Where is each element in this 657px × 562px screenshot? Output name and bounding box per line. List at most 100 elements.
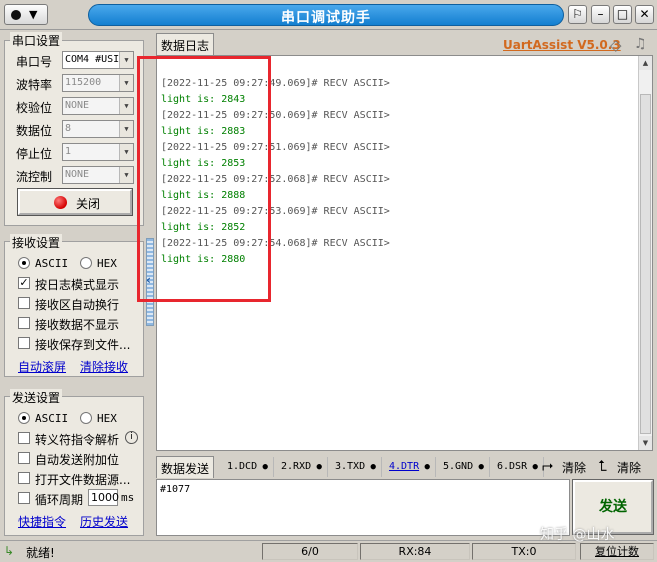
receive-hex-radio[interactable] xyxy=(80,257,92,269)
auto-append-checkbox[interactable] xyxy=(18,452,30,464)
clear-send-icon[interactable]: ⮣ xyxy=(542,458,553,474)
log-data-line: light is: 2853 xyxy=(161,158,246,169)
close-window-button[interactable]: ✕ xyxy=(635,5,654,24)
log-header-line: [2022-11-25 09:27:50.069]# RECV ASCII> xyxy=(161,110,390,121)
parity-select[interactable]: NONE ▼ xyxy=(62,97,134,115)
auto-wrap-label: 接收区自动换行 xyxy=(35,298,120,312)
flow-label: 流控制 xyxy=(16,170,53,184)
signal-label: 4.DTR xyxy=(389,461,420,472)
bell-icon[interactable]: ♫ xyxy=(634,36,647,52)
stopbits-value: 1 xyxy=(65,146,72,157)
port-select[interactable]: COM4 #USI ▼ xyxy=(62,51,134,69)
signal-4dtr[interactable]: 4.DTR ● xyxy=(384,457,436,477)
red-dot-icon xyxy=(54,196,67,209)
scroll-up-icon[interactable]: ▲ xyxy=(639,56,652,70)
chevron-down-icon: ▼ xyxy=(119,121,133,137)
port-value: COM4 #USI xyxy=(65,54,120,65)
history-link[interactable]: 历史发送 xyxy=(80,513,128,530)
parity-value: NONE xyxy=(65,100,90,111)
save-file-checkbox[interactable] xyxy=(18,337,30,349)
log-area[interactable]: [2022-11-25 09:27:49.069]# RECV ASCII> li… xyxy=(156,55,653,451)
signal-dot-icon: ● xyxy=(527,462,538,472)
databits-value: 8 xyxy=(65,123,72,134)
system-menu-button[interactable]: ▼ xyxy=(4,4,48,25)
chevron-down-icon: ▼ xyxy=(119,98,133,114)
clear-all-label[interactable]: 清除 xyxy=(617,459,641,476)
send-ascii-label: ASCII xyxy=(35,412,69,425)
parity-label: 校验位 xyxy=(16,101,53,115)
scroll-down-icon[interactable]: ▼ xyxy=(639,436,652,450)
escape-checkbox[interactable] xyxy=(18,432,30,444)
maximize-button[interactable]: □ xyxy=(613,5,632,24)
clear-send-label[interactable]: 清除 xyxy=(562,459,586,476)
loop-checkbox[interactable] xyxy=(18,492,30,504)
chevron-left-icon: ‹ xyxy=(146,273,151,287)
reset-count-button[interactable]: 复位计数 xyxy=(580,543,654,560)
log-data-line: light is: 2883 xyxy=(161,126,246,137)
open-file-label: 打开文件数据源... xyxy=(35,473,131,487)
clear-receive-link[interactable]: 清除接收 xyxy=(80,358,128,375)
tab-data-log-label: 数据日志 xyxy=(161,39,210,53)
shortcut-link[interactable]: 快捷指令 xyxy=(18,513,66,530)
chevron-down-icon: ▼ xyxy=(29,8,38,21)
tab-data-send[interactable]: 数据发送 xyxy=(156,456,215,478)
loop-label: 循环周期 xyxy=(35,493,84,507)
log-header-line: [2022-11-25 09:27:52.068]# RECV ASCII> xyxy=(161,174,390,185)
log-mode-label: 按日志模式显示 xyxy=(35,278,120,292)
status-rx: RX:84 xyxy=(360,543,470,560)
log-scrollbar[interactable]: ▲ ▼ xyxy=(638,56,652,450)
info-icon[interactable]: i xyxy=(125,431,138,444)
log-header-line: [2022-11-25 09:27:53.069]# RECV ASCII> xyxy=(161,206,390,217)
auto-wrap-checkbox[interactable] xyxy=(18,297,30,309)
signal-label: 5.GND xyxy=(443,461,474,472)
databits-select[interactable]: 8 ▼ xyxy=(62,120,134,138)
receive-hex-label: HEX xyxy=(97,257,117,270)
signal-2rxd: 2.RXD ● xyxy=(276,457,328,477)
hide-data-checkbox[interactable] xyxy=(18,317,30,329)
send-ascii-radio[interactable] xyxy=(18,412,30,424)
stopbits-select[interactable]: 1 ▼ xyxy=(62,143,134,161)
scroll-thumb[interactable] xyxy=(640,94,651,434)
brand-link[interactable]: UartAssist V5.0.3 xyxy=(503,38,621,52)
send-hex-radio[interactable] xyxy=(80,412,92,424)
send-input[interactable]: #1077 xyxy=(156,479,570,536)
signal-label: 2.RXD xyxy=(281,461,312,472)
flow-select[interactable]: NONE ▼ xyxy=(62,166,134,184)
close-port-label: 关闭 xyxy=(76,197,101,211)
pin-icon[interactable]: ⚐ xyxy=(568,5,587,24)
chevron-down-icon: ▼ xyxy=(119,167,133,183)
log-data-line: light is: 2843 xyxy=(161,94,246,105)
baud-select[interactable]: 115200 ▼ xyxy=(62,74,134,92)
log-data-line: light is: 2880 xyxy=(161,254,246,265)
log-mode-checkbox[interactable]: ✓ xyxy=(18,277,30,289)
title-bar: ▼ 串口调试助手 ⚐ – □ ✕ xyxy=(0,0,657,30)
port-label: 串口号 xyxy=(16,55,53,69)
status-tx: TX:0 xyxy=(472,543,576,560)
signal-6dsr: 6.DSR ● xyxy=(492,457,544,477)
status-ready: 就绪! xyxy=(26,546,55,560)
log-header-line: [2022-11-25 09:27:54.068]# RECV ASCII> xyxy=(161,238,390,249)
auto-scroll-link[interactable]: 自动滚屏 xyxy=(18,358,66,375)
send-input-text: #1077 xyxy=(160,484,191,495)
receive-settings-title: 接收设置 xyxy=(10,234,63,251)
chevron-down-icon: ▼ xyxy=(119,144,133,160)
minimize-button[interactable]: – xyxy=(591,5,610,24)
tab-data-log[interactable]: 数据日志 xyxy=(156,33,215,55)
stopbits-label: 停止位 xyxy=(16,147,53,161)
title-pill: 串口调试助手 xyxy=(88,4,564,26)
hide-data-label: 接收数据不显示 xyxy=(35,318,120,332)
signal-label: 3.TXD xyxy=(335,461,366,472)
watermark: 知乎 @山水 xyxy=(540,527,615,543)
loop-period-input[interactable]: 1000 xyxy=(88,489,119,506)
panel-splitter[interactable]: ‹ xyxy=(146,238,154,326)
diamond-icon[interactable]: ◇ xyxy=(610,36,622,54)
baud-label: 波特率 xyxy=(16,78,53,92)
receive-ascii-radio[interactable] xyxy=(18,257,30,269)
close-port-button[interactable]: 关闭 xyxy=(17,188,133,216)
open-file-checkbox[interactable] xyxy=(18,472,30,484)
log-data-line: light is: 2852 xyxy=(161,222,246,233)
signal-dot-icon: ● xyxy=(257,462,268,472)
flow-value: NONE xyxy=(65,169,90,180)
log-header-line: [2022-11-25 09:27:51.069]# RECV ASCII> xyxy=(161,142,390,153)
clear-receive-icon[interactable]: ⮤ xyxy=(598,457,607,475)
